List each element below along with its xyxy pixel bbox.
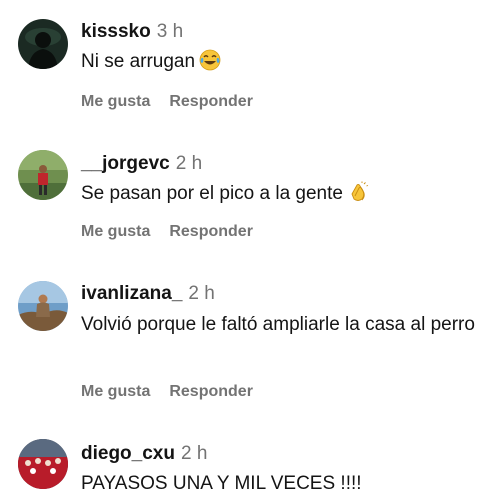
comment-text-content: Volvió porque le faltó ampliarle la casa… <box>81 314 475 335</box>
comment-header: ivanlizana_ 2 h <box>81 283 215 305</box>
avatar[interactable] <box>18 281 68 331</box>
reply-button[interactable]: Responder <box>169 383 253 400</box>
like-button[interactable]: Me gusta <box>81 223 150 240</box>
comment-text-content: PAYASOS UNA Y MIL VECES !!!! <box>81 473 362 494</box>
timestamp: 2 h <box>188 283 215 304</box>
timestamp: 2 h <box>175 153 203 174</box>
comment-text: Volvió porque le faltó ampliarle la casa… <box>81 311 476 339</box>
comment-header: __jorgevc 2 h <box>81 153 202 175</box>
comment-text-content: Ni se arrugan <box>81 51 196 72</box>
comment-item: kisssko 3 h Ni se arrugan Me gusta Respond… <box>0 17 485 122</box>
like-button[interactable]: Me gusta <box>81 383 150 400</box>
avatar[interactable] <box>18 19 68 69</box>
comment-text: Se pasan por el pico a la gente <box>81 180 476 208</box>
comment-item: diego_cxu 2 h PAYASOS UNA Y MIL VECES !!!… <box>0 439 485 501</box>
comment-text: Ni se arrugan <box>81 48 476 76</box>
avatar[interactable] <box>18 439 68 489</box>
username-link[interactable]: diego_cxu <box>81 443 175 464</box>
avatar[interactable] <box>18 150 68 200</box>
username-link[interactable]: ivanlizana_ <box>81 283 182 304</box>
clapping-hands-emoji-icon <box>347 181 369 203</box>
reply-button[interactable]: Responder <box>169 223 253 240</box>
comment-header: diego_cxu 2 h <box>81 443 207 465</box>
username-link[interactable]: kisssko <box>81 21 151 42</box>
comment-text-content: Se pasan por el pico a la gente <box>81 183 343 204</box>
comment-text: PAYASOS UNA Y MIL VECES !!!! <box>81 470 476 498</box>
tears-of-joy-emoji-icon <box>199 49 221 71</box>
comment-actions: Me gusta Responder <box>81 223 272 241</box>
comment-item: ivanlizana_ 2 h Volvió porque le faltó am… <box>0 280 485 410</box>
timestamp: 3 h <box>156 21 184 42</box>
comment-actions: Me gusta Responder <box>81 383 272 401</box>
reply-button[interactable]: Responder <box>169 93 253 110</box>
comment-header: kisssko 3 h <box>81 21 183 43</box>
comment-item: __jorgevc 2 h Se pasan por el pico a la g… <box>0 150 485 255</box>
timestamp: 2 h <box>180 443 208 464</box>
comment-actions: Me gusta Responder <box>81 93 272 111</box>
like-button[interactable]: Me gusta <box>81 93 150 110</box>
username-link[interactable]: __jorgevc <box>81 153 170 174</box>
